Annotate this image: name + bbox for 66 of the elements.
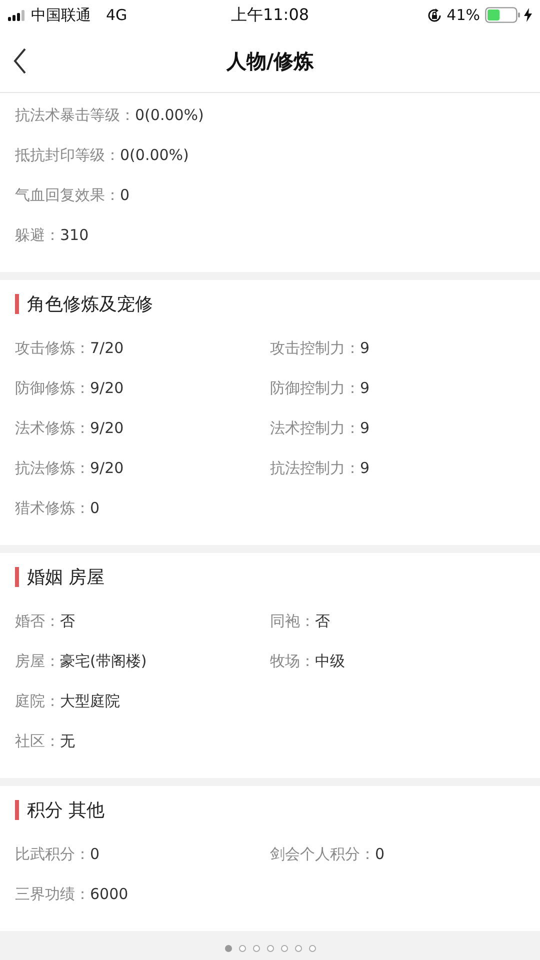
section-title: 婚姻 房屋 <box>27 566 105 589</box>
field-value: 无 <box>60 732 75 750</box>
accent-bar <box>15 567 19 587</box>
field-label: 抵抗封印等级： <box>15 146 120 164</box>
field-value: 0 <box>375 845 385 863</box>
field-label: 猎术修炼： <box>15 498 90 518</box>
field-label: 比武积分： <box>15 844 90 864</box>
field-label: 气血回复效果： <box>15 186 120 204</box>
status-time: 上午11:08 <box>230 4 310 26</box>
field-label: 婚否： <box>15 612 60 630</box>
charging-icon <box>524 8 532 22</box>
page-title: 人物/修炼 <box>226 48 314 74</box>
carrier-name: 中国联通 <box>31 6 91 24</box>
page-dot[interactable] <box>224 944 232 952</box>
battery-percent: 41% <box>446 6 480 24</box>
field-label: 防御修炼： <box>15 378 90 398</box>
field-value: 9 <box>360 339 370 357</box>
field-value: 0 <box>120 186 130 204</box>
field-label: 攻击修炼： <box>15 338 90 358</box>
field-value: 9/20 <box>90 379 124 397</box>
field-label: 同袍： <box>270 612 315 630</box>
battery-icon <box>485 7 521 23</box>
field-value: 否 <box>315 612 330 630</box>
field-value: 大型庭院 <box>60 692 120 710</box>
field-value: 310 <box>60 226 89 244</box>
field-label: 三界功绩： <box>15 884 90 904</box>
field-label: 抗法控制力： <box>270 458 360 478</box>
field-label: 抗法修炼： <box>15 458 90 478</box>
field-label: 法术控制力： <box>270 418 360 438</box>
field-label: 牧场： <box>270 652 315 670</box>
field-value: 9 <box>360 459 370 477</box>
field-value: 0(0.00%) <box>120 146 189 164</box>
field-label: 攻击控制力： <box>270 338 360 358</box>
field-value: 0 <box>90 845 100 863</box>
page-dot[interactable] <box>238 944 246 952</box>
field-value: 中级 <box>315 652 345 670</box>
field-value: 豪宅(带阁楼) <box>60 652 147 670</box>
page-dot[interactable] <box>308 944 316 952</box>
section-title: 角色修炼及宠修 <box>27 293 153 316</box>
field-label: 躲避： <box>15 226 60 244</box>
accent-bar <box>15 800 19 820</box>
page-dot[interactable] <box>294 944 302 952</box>
field-value: 9 <box>360 379 370 397</box>
page-dot[interactable] <box>266 944 274 952</box>
field-value: 9/20 <box>90 419 124 437</box>
field-label: 防御控制力： <box>270 378 360 398</box>
rotation-lock-icon <box>426 8 442 22</box>
field-label: 社区： <box>15 732 60 750</box>
field-value: 否 <box>60 612 75 630</box>
field-value: 9/20 <box>90 459 124 477</box>
field-value: 9 <box>360 419 370 437</box>
field-value: 0 <box>90 499 100 517</box>
field-value: 7/20 <box>90 339 124 357</box>
field-label: 法术修炼： <box>15 418 90 438</box>
field-label: 庭院： <box>15 692 60 710</box>
field-label: 抗法术暴击等级： <box>15 106 135 124</box>
network-type: 4G <box>106 6 128 24</box>
signal-icon <box>8 10 26 20</box>
field-label: 剑会个人积分： <box>270 844 375 864</box>
section-title: 积分 其他 <box>27 799 105 822</box>
field-value: 0(0.00%) <box>135 106 204 124</box>
field-label: 房屋： <box>15 652 60 670</box>
accent-bar <box>15 294 19 314</box>
field-value: 6000 <box>90 885 128 903</box>
page-dot[interactable] <box>252 944 260 952</box>
page-dot[interactable] <box>280 944 288 952</box>
